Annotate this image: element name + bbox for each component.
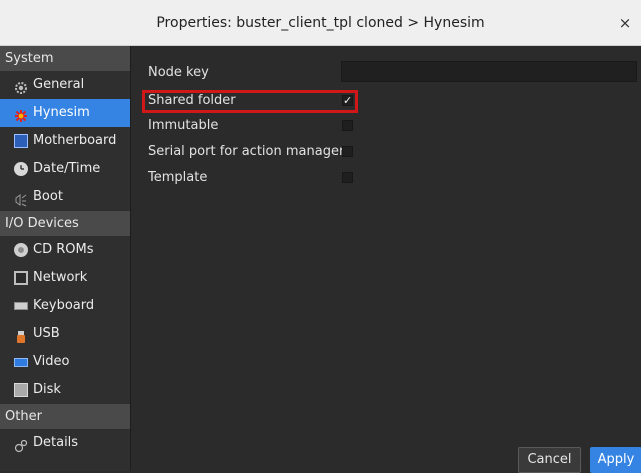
sidebar: System General Hynesim Motherboard Date/… (0, 46, 131, 471)
node-key-label: Node key (148, 65, 209, 80)
sidebar-item-details[interactable]: Details (0, 429, 130, 457)
close-icon[interactable]: × (609, 7, 641, 39)
sidebar-item-label: CD ROMs (33, 242, 94, 257)
video-icon (14, 357, 28, 367)
network-icon (14, 271, 28, 285)
sidebar-section-io-devices: I/O Devices (0, 211, 130, 236)
sidebar-item-label: Boot (33, 189, 63, 204)
sidebar-item-motherboard[interactable]: Motherboard (0, 127, 130, 155)
sidebar-item-label: General (33, 77, 85, 92)
usb-icon (14, 327, 28, 343)
hynesim-logo-icon (14, 106, 28, 122)
sidebar-item-label: Date/Time (33, 161, 101, 176)
template-label: Template (148, 170, 208, 185)
window-title: Properties: buster_client_tpl cloned > H… (156, 15, 485, 31)
sidebar-item-disk[interactable]: Disk (0, 376, 130, 404)
sidebar-item-label: USB (33, 326, 60, 341)
serial-port-label: Serial port for action manager (148, 144, 345, 159)
cancel-button[interactable]: Cancel (518, 447, 581, 473)
sidebar-item-label: Keyboard (33, 298, 95, 313)
shared-folder-checkbox[interactable]: ✓ (342, 95, 353, 106)
sidebar-item-video[interactable]: Video (0, 348, 130, 376)
node-key-input[interactable] (341, 61, 637, 82)
sidebar-item-general[interactable]: General (0, 71, 130, 99)
title-bar: Properties: buster_client_tpl cloned > H… (0, 0, 641, 46)
cd-icon (14, 243, 28, 257)
immutable-label: Immutable (148, 118, 219, 133)
sidebar-item-label: Network (33, 270, 88, 285)
sidebar-item-boot[interactable]: Boot (0, 183, 130, 211)
immutable-checkbox[interactable] (342, 120, 353, 131)
sidebar-item-hynesim[interactable]: Hynesim (0, 99, 130, 127)
shared-folder-label: Shared folder (148, 93, 236, 108)
sidebar-item-usb[interactable]: USB (0, 320, 130, 348)
sidebar-item-label: Details (33, 435, 79, 450)
serial-port-checkbox[interactable] (342, 146, 353, 157)
sidebar-item-keyboard[interactable]: Keyboard (0, 292, 130, 320)
apply-button[interactable]: Apply (590, 447, 641, 473)
sidebar-item-label: Motherboard (33, 133, 117, 148)
keyboard-icon (14, 302, 28, 310)
motherboard-icon (14, 134, 28, 148)
disk-icon (14, 383, 28, 397)
sidebar-item-label: Hynesim (33, 105, 90, 120)
template-checkbox[interactable] (342, 172, 353, 183)
sidebar-item-label: Disk (33, 382, 61, 397)
sidebar-section-system: System (0, 46, 130, 71)
boot-icon (14, 190, 28, 207)
sidebar-item-label: Video (33, 354, 70, 369)
sidebar-item-network[interactable]: Network (0, 264, 130, 292)
gear-icon (14, 78, 28, 94)
properties-panel: Node key Shared folder ✓ Immutable Seria… (131, 46, 641, 473)
clock-icon (14, 162, 28, 176)
sidebar-section-other: Other (0, 404, 130, 429)
sidebar-item-cd-roms[interactable]: CD ROMs (0, 236, 130, 264)
details-icon (14, 436, 28, 453)
sidebar-item-date-time[interactable]: Date/Time (0, 155, 130, 183)
